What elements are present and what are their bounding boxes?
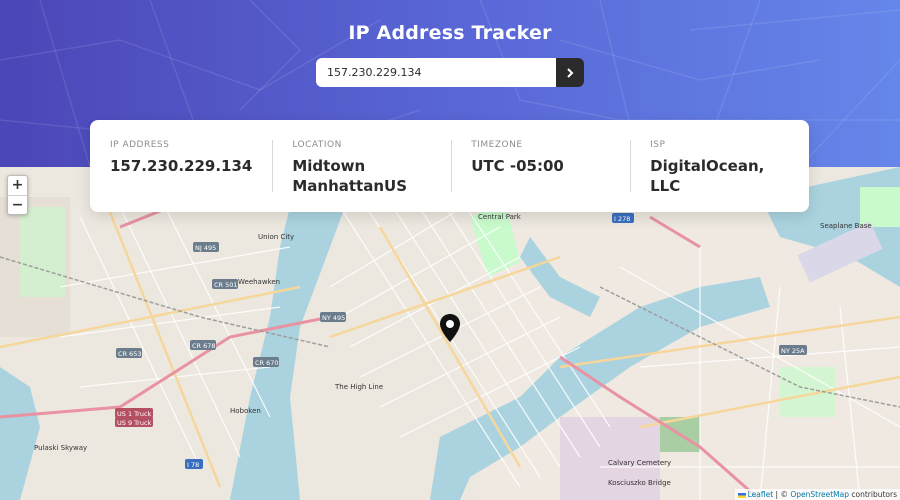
page-title: IP Address Tracker — [348, 22, 552, 44]
chevron-right-icon — [566, 67, 573, 78]
road-label: CR 670 — [255, 359, 279, 367]
info-label: LOCATION — [292, 140, 342, 150]
attribution-suffix: contributors — [849, 490, 897, 499]
place-label: Calvary Cemetery — [608, 459, 671, 467]
place-label: Kosciuszko Bridge — [608, 479, 671, 487]
map-attribution: Leaflet | © OpenStreetMap contributors — [734, 489, 900, 500]
road-label: NJ 495 — [195, 244, 216, 252]
place-label: Union City — [258, 233, 294, 241]
info-label: TIMEZONE — [471, 140, 523, 150]
ip-search-form — [316, 58, 584, 87]
info-label: ISP — [650, 140, 666, 150]
road-label: NY 495 — [322, 314, 345, 322]
road-label: US 9 Truck — [117, 419, 152, 427]
place-label: Weehawken — [238, 278, 280, 286]
isp-section: ISP DigitalOcean, LLC — [630, 140, 809, 212]
ip-address-section: IP ADDRESS 157.230.229.134 — [90, 140, 272, 212]
road-label: US 1 Truck — [117, 410, 152, 418]
info-value: 157.230.229.134 — [110, 157, 253, 175]
road-label: NY 25A — [781, 347, 805, 355]
zoom-in-button[interactable]: + — [8, 176, 27, 195]
place-label: Central Park — [478, 213, 522, 221]
info-value: DigitalOcean, LLC — [650, 157, 765, 195]
ip-info-card: IP ADDRESS 157.230.229.134 LOCATION Midt… — [90, 120, 809, 212]
info-label: IP ADDRESS — [110, 140, 170, 150]
info-value: UTC -05:00 — [471, 157, 564, 175]
attribution-separator: | © — [773, 490, 791, 499]
osm-link[interactable]: OpenStreetMap — [790, 490, 849, 499]
timezone-section: TIMEZONE UTC -05:00 — [451, 140, 630, 212]
map-pin-icon[interactable] — [439, 314, 461, 342]
place-label: Hoboken — [230, 407, 261, 415]
leaflet-link[interactable]: Leaflet — [748, 490, 774, 499]
zoom-control: + − — [7, 175, 28, 215]
road-label: I 278 — [614, 215, 630, 223]
road-label: CR 678 — [192, 342, 216, 350]
place-label: Seaplane Base — [820, 222, 872, 230]
search-submit-button[interactable] — [556, 58, 584, 87]
leaflet-flag-icon — [737, 492, 746, 498]
location-section: LOCATION Midtown ManhattanUS — [272, 140, 451, 212]
road-label: I 78 — [187, 461, 199, 469]
place-label: Pulaski Skyway — [34, 444, 87, 452]
road-label: CR 501 — [214, 281, 238, 289]
zoom-out-button[interactable]: − — [8, 195, 27, 214]
road-label: CR 653 — [118, 350, 142, 358]
place-label: The High Line — [334, 383, 383, 391]
info-value: Midtown ManhattanUS — [292, 157, 407, 195]
ip-search-input[interactable] — [316, 58, 556, 87]
